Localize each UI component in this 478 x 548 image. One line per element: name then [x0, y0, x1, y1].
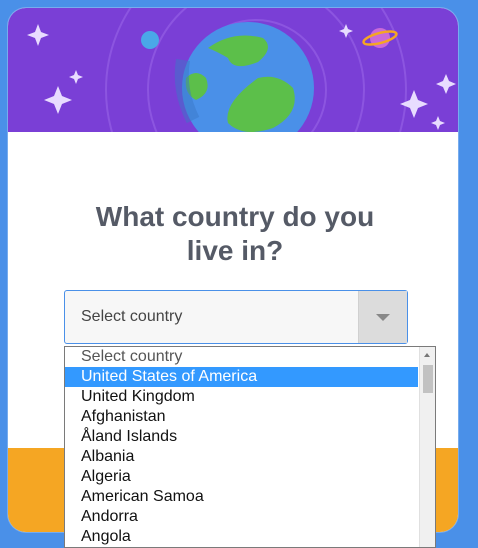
dropdown-toggle-button[interactable]: [358, 291, 407, 343]
option-algeria[interactable]: Algeria: [65, 467, 418, 487]
scrollbar[interactable]: [419, 347, 435, 547]
country-options-list[interactable]: Select country United States of America …: [64, 346, 436, 548]
country-select[interactable]: Select country: [64, 290, 408, 344]
option-united-states[interactable]: United States of America: [65, 367, 418, 387]
page-title: What country do you live in?: [95, 201, 375, 266]
option-albania[interactable]: Albania: [65, 447, 418, 467]
option-afghanistan[interactable]: Afghanistan: [65, 407, 418, 427]
scroll-up-arrow-icon[interactable]: [424, 353, 430, 357]
option-angola[interactable]: Angola: [65, 527, 418, 547]
option-select-country[interactable]: Select country: [65, 347, 418, 367]
chevron-down-icon: [376, 314, 390, 321]
small-moon: [141, 31, 159, 49]
option-american-samoa[interactable]: American Samoa: [65, 487, 418, 507]
scrollbar-thumb[interactable]: [423, 365, 433, 393]
space-earth-illustration: [8, 8, 458, 132]
option-aland-islands[interactable]: Åland Islands: [65, 427, 418, 447]
option-andorra[interactable]: Andorra: [65, 507, 418, 527]
country-select-value: Select country: [81, 308, 183, 325]
option-united-kingdom[interactable]: United Kingdom: [65, 387, 418, 407]
